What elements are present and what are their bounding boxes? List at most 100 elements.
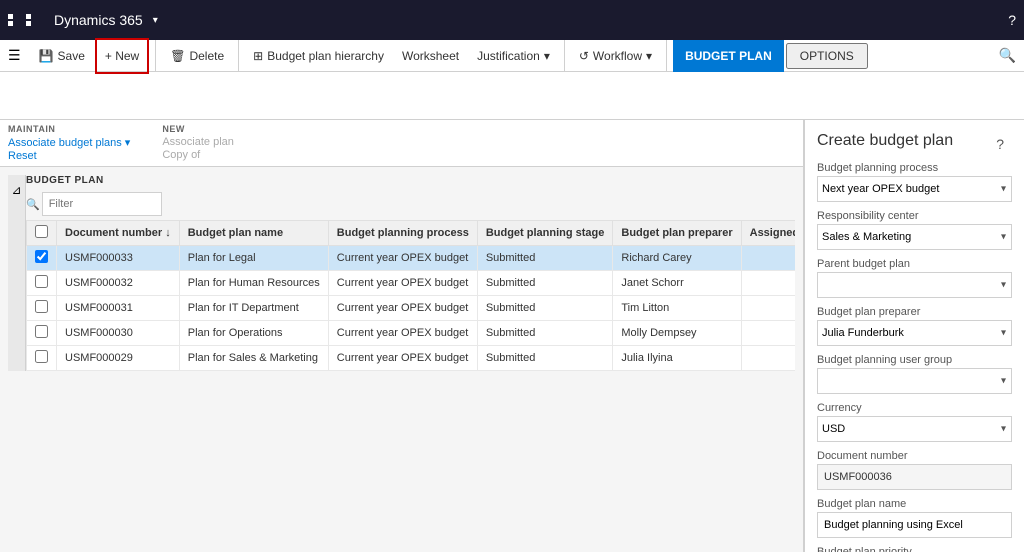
cell-plan-name: Plan for Operations xyxy=(179,321,328,346)
cell-planning-stage: Submitted xyxy=(477,321,613,346)
field-budget-plan-priority: Budget plan priority xyxy=(817,546,1012,552)
tab-options[interactable]: OPTIONS xyxy=(786,43,868,69)
ribbon: ☰ 💾 Save + New 🗑 Delete ⊞ Budget plan hi… xyxy=(0,40,1024,120)
filter-sidebar[interactable]: ⊿ xyxy=(8,175,26,371)
row-checkbox[interactable] xyxy=(35,350,48,363)
select-currency[interactable]: USD xyxy=(817,416,1012,442)
table-row[interactable]: USMF000029Plan for Sales & MarketingCurr… xyxy=(27,346,796,371)
label-responsibility-center: Responsibility center xyxy=(817,210,1012,222)
maintain-links: Associate budget plans ▾ Reset xyxy=(8,136,130,162)
app-caret-icon[interactable]: ▾ xyxy=(153,15,158,26)
col-preparer[interactable]: Budget plan preparer xyxy=(613,221,741,246)
delete-icon: 🗑 xyxy=(170,49,185,63)
select-all-checkbox[interactable] xyxy=(35,225,48,238)
col-planning-stage[interactable]: Budget planning stage xyxy=(477,221,613,246)
copy-of-link: Copy of xyxy=(162,149,234,161)
select-parent-budget-plan[interactable] xyxy=(817,272,1012,298)
save-button[interactable]: 💾 Save xyxy=(31,38,93,74)
associate-budget-plans-link[interactable]: Associate budget plans ▾ xyxy=(8,136,130,149)
table-row[interactable]: USMF000030Plan for OperationsCurrent yea… xyxy=(27,321,796,346)
workflow-button[interactable]: ↺ Workflow ▾ xyxy=(571,45,660,67)
workflow-caret-icon: ▾ xyxy=(646,49,652,63)
label-user-group: Budget planning user group xyxy=(817,354,1012,366)
budget-plan-hierarchy-button[interactable]: ⊞ Budget plan hierarchy xyxy=(245,45,392,67)
new-button[interactable]: + New xyxy=(95,38,149,74)
table-body: USMF000033Plan for LegalCurrent year OPE… xyxy=(27,246,796,371)
panel-title: Create budget plan xyxy=(817,132,1012,150)
justification-button[interactable]: Justification ▾ xyxy=(469,45,558,67)
delete-button[interactable]: 🗑 Delete xyxy=(162,38,232,74)
reset-link[interactable]: Reset xyxy=(8,150,130,162)
field-currency: Currency USD xyxy=(817,402,1012,442)
cell-preparer: Richard Carey xyxy=(613,246,741,271)
cell-doc-number[interactable]: USMF000029 xyxy=(57,346,180,371)
cell-doc-number[interactable]: USMF000032 xyxy=(57,271,180,296)
cell-plan-name: Plan for IT Department xyxy=(179,296,328,321)
cell-planning-stage: Submitted xyxy=(477,346,613,371)
cell-preparer: Janet Schorr xyxy=(613,271,741,296)
label-document-number: Document number xyxy=(817,450,1012,462)
table-row[interactable]: USMF000033Plan for LegalCurrent year OPE… xyxy=(27,246,796,271)
filter-funnel-icon[interactable]: ⊿ xyxy=(11,183,21,197)
select-responsibility-center[interactable]: Sales & Marketing xyxy=(817,224,1012,250)
cell-assigned-to xyxy=(741,321,795,346)
col-assigned-to[interactable]: Assigned to xyxy=(741,221,795,246)
workflow-icon: ↺ xyxy=(579,49,589,63)
cell-plan-name: Plan for Sales & Marketing xyxy=(179,346,328,371)
associate-plan-link: Associate plan xyxy=(162,136,234,148)
grid-menu-icon[interactable] xyxy=(8,14,42,26)
separator-3 xyxy=(564,40,565,72)
tab-budget-plan[interactable]: BUDGET PLAN xyxy=(673,40,784,72)
row-checkbox[interactable] xyxy=(35,250,48,263)
table-row[interactable]: USMF000032Plan for Human ResourcesCurren… xyxy=(27,271,796,296)
worksheet-button[interactable]: Worksheet xyxy=(394,38,467,74)
separator-2 xyxy=(238,40,239,72)
cell-doc-number[interactable]: USMF000030 xyxy=(57,321,180,346)
select-budget-plan-preparer[interactable]: Julia Funderburk xyxy=(817,320,1012,346)
separator-4 xyxy=(666,40,667,72)
right-panel: ? Create budget plan Budget planning pro… xyxy=(804,120,1024,552)
input-document-number xyxy=(817,464,1012,490)
select-user-group[interactable] xyxy=(817,368,1012,394)
label-budget-plan-priority: Budget plan priority xyxy=(817,546,1012,552)
app-name: Dynamics 365 xyxy=(54,12,143,28)
field-responsibility-center: Responsibility center Sales & Marketing xyxy=(817,210,1012,250)
col-doc-number[interactable]: Document number ↓ xyxy=(57,221,180,246)
action-bar: MAINTAIN Associate budget plans ▾ Reset … xyxy=(0,120,803,167)
select-budget-planning-process[interactable]: Next year OPEX budget xyxy=(817,176,1012,202)
search-icon[interactable]: 🔍 xyxy=(999,47,1016,64)
left-panel: MAINTAIN Associate budget plans ▾ Reset … xyxy=(0,120,804,552)
col-planning-process[interactable]: Budget planning process xyxy=(328,221,477,246)
cell-planning-stage: Submitted xyxy=(477,296,613,321)
filter-input[interactable] xyxy=(42,192,162,216)
cell-doc-number[interactable]: USMF000031 xyxy=(57,296,180,321)
help-icon[interactable]: ? xyxy=(1008,12,1016,28)
field-budget-plan-name: Budget plan name xyxy=(817,498,1012,538)
table-row[interactable]: USMF000031Plan for IT DepartmentCurrent … xyxy=(27,296,796,321)
row-checkbox[interactable] xyxy=(35,300,48,313)
row-checkbox[interactable] xyxy=(35,325,48,338)
row-checkbox[interactable] xyxy=(35,275,48,288)
cell-assigned-to xyxy=(741,296,795,321)
maintain-group: MAINTAIN Associate budget plans ▾ Reset xyxy=(8,124,130,162)
col-checkbox xyxy=(27,221,57,246)
cell-planning-process: Current year OPEX budget xyxy=(328,246,477,271)
cell-planning-process: Current year OPEX budget xyxy=(328,271,477,296)
cell-plan-name: Plan for Human Resources xyxy=(179,271,328,296)
cell-planning-stage: Submitted xyxy=(477,271,613,296)
cell-planning-process: Current year OPEX budget xyxy=(328,321,477,346)
field-parent-budget-plan: Parent budget plan xyxy=(817,258,1012,298)
maintain-label: MAINTAIN xyxy=(8,124,130,134)
input-budget-plan-name[interactable] xyxy=(817,512,1012,538)
select-wrapper-preparer: Julia Funderburk xyxy=(817,320,1012,346)
cell-doc-number[interactable]: USMF000033 xyxy=(57,246,180,271)
ribbon-tabs: ☰ 💾 Save + New 🗑 Delete ⊞ Budget plan hi… xyxy=(0,40,1024,72)
panel-help-icon[interactable]: ? xyxy=(996,136,1004,152)
col-plan-name[interactable]: Budget plan name xyxy=(179,221,328,246)
label-budget-plan-preparer: Budget plan preparer xyxy=(817,306,1012,318)
budget-plan-area: ⊿ BUDGET PLAN 🔍 xyxy=(0,167,803,552)
hierarchy-icon: ⊞ xyxy=(253,49,263,63)
field-document-number: Document number xyxy=(817,450,1012,490)
hamburger-icon[interactable]: ☰ xyxy=(8,47,21,64)
cell-planning-process: Current year OPEX budget xyxy=(328,296,477,321)
